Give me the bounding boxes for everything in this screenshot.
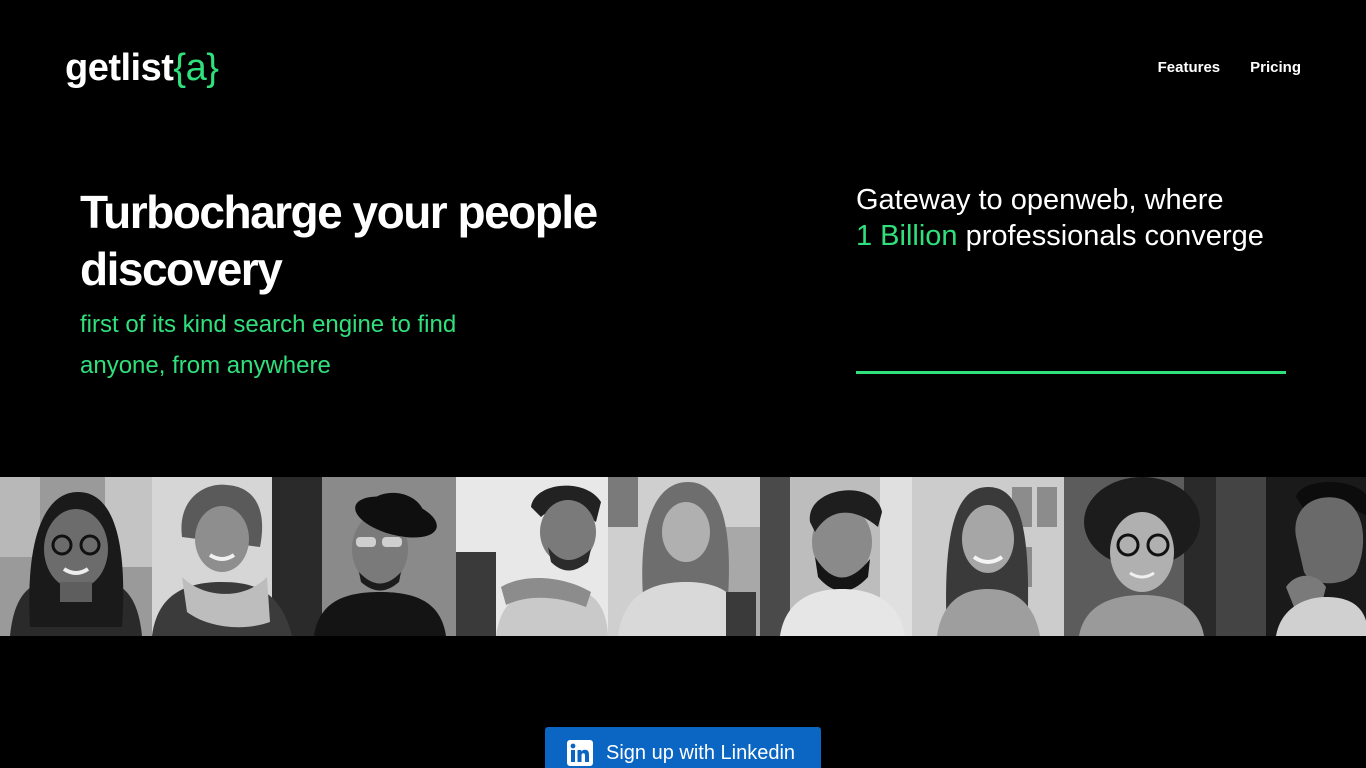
gateway-line1: Gateway to openweb, where [856,184,1224,216]
signup-linkedin-button[interactable]: Sign up with Linkedin [545,727,821,768]
gateway-highlight: 1 Billion [856,220,958,252]
accent-divider [856,371,1286,374]
logo-text: getlist [65,47,174,89]
nav-features-link[interactable]: Features [1158,58,1221,78]
gateway-text: Gateway to openweb, where 1 Billion prof… [856,182,1316,254]
logo[interactable]: getlist{a} [65,45,219,91]
top-nav: Features Pricing [1158,58,1301,78]
photo-strip [0,477,1366,636]
linkedin-icon [567,740,593,766]
photo-woman-scarf [152,477,304,636]
page: getlist{a} Features Pricing Turbocharge … [0,0,1366,768]
logo-accent: {a} [173,47,219,89]
hero-subtitle: first of its kind search engine to find … [80,311,457,379]
photo-man-profile [1216,477,1366,636]
signup-linkedin-label: Sign up with Linkedin [606,742,796,764]
nav-pricing-link[interactable]: Pricing [1250,58,1301,78]
photo-woman-glasses [0,477,152,636]
hero-title: Turbocharge your people discovery [80,186,598,295]
photo-woman-smiling [912,477,1064,636]
photo-man-hat [304,477,456,636]
photo-woman-curly-glasses [1064,477,1216,636]
photo-man-turban [760,477,912,636]
photo-man-thinking [456,477,608,636]
photo-woman-laptop [608,477,760,636]
gateway-rest: professionals converge [965,220,1264,252]
